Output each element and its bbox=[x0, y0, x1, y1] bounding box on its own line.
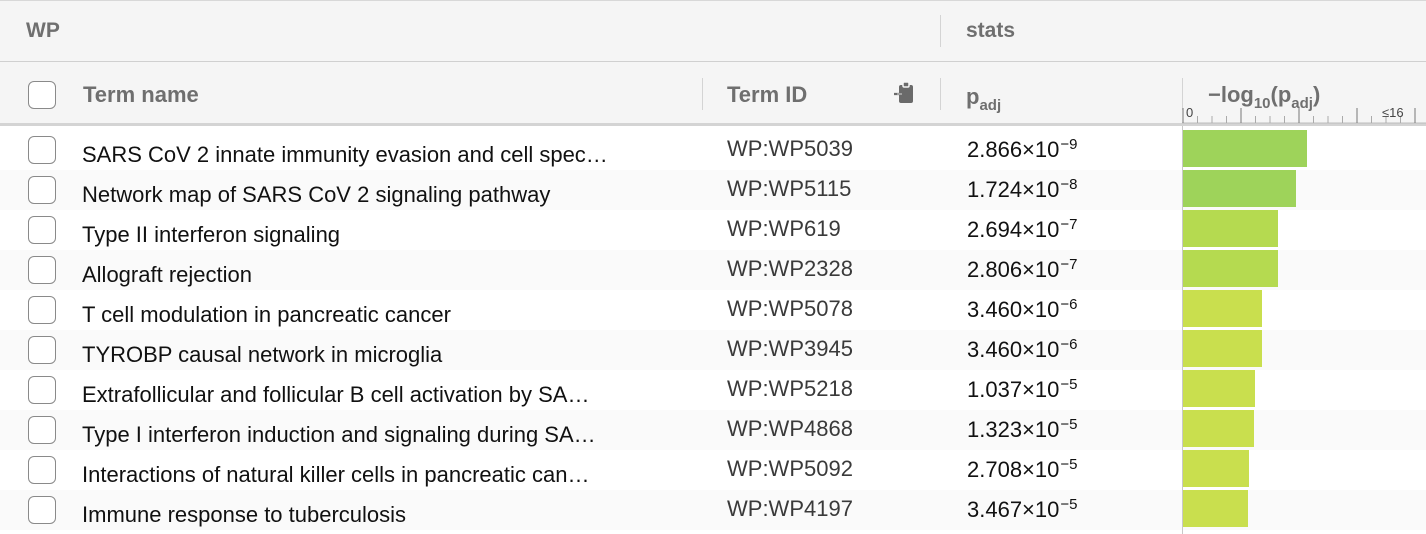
neglog-bar bbox=[1183, 330, 1262, 367]
table-row[interactable]: SARS CoV 2 innate immunity evasion and c… bbox=[0, 130, 1426, 170]
padj-cell: 3.460×10−6 bbox=[967, 296, 1077, 323]
group-header: WP stats bbox=[0, 0, 1426, 62]
padj-exponent: −8 bbox=[1060, 176, 1078, 193]
table-row[interactable]: Interactions of natural killer cells in … bbox=[0, 450, 1426, 490]
padj-mantissa: 1.323×10 bbox=[967, 417, 1060, 442]
padj-cell: 3.467×10−5 bbox=[967, 496, 1077, 523]
padj-exponent: −6 bbox=[1060, 296, 1078, 313]
padj-cell: 3.460×10−6 bbox=[967, 336, 1077, 363]
row-checkbox[interactable] bbox=[28, 376, 56, 404]
padj-mantissa: 2.866×10 bbox=[967, 137, 1060, 162]
padj-mantissa: 3.467×10 bbox=[967, 497, 1060, 522]
padj-mantissa: 3.460×10 bbox=[967, 337, 1060, 362]
row-checkbox[interactable] bbox=[28, 496, 56, 524]
row-checkbox[interactable] bbox=[28, 176, 56, 204]
term-id-cell[interactable]: WP:WP5115 bbox=[727, 176, 851, 202]
padj-mantissa: 2.694×10 bbox=[967, 217, 1060, 242]
padj-mantissa: 3.460×10 bbox=[967, 297, 1060, 322]
axis-min-label: 0 bbox=[1186, 105, 1194, 120]
term-id-cell[interactable]: WP:WP3945 bbox=[727, 336, 853, 362]
padj-mantissa: 2.708×10 bbox=[967, 457, 1060, 482]
padj-cell: 2.694×10−7 bbox=[967, 216, 1077, 243]
padj-exponent: −5 bbox=[1060, 496, 1078, 513]
row-checkbox[interactable] bbox=[28, 256, 56, 284]
padj-mantissa: 2.806×10 bbox=[967, 257, 1060, 282]
row-checkbox[interactable] bbox=[28, 136, 56, 164]
padj-cell: 2.806×10−7 bbox=[967, 256, 1077, 283]
row-checkbox[interactable] bbox=[28, 336, 56, 364]
padj-cell: 2.866×10−9 bbox=[967, 136, 1077, 163]
neglog-bar bbox=[1183, 250, 1278, 287]
term-id-cell[interactable]: WP:WP4868 bbox=[727, 416, 853, 442]
select-all-checkbox[interactable] bbox=[28, 81, 56, 109]
padj-header-sub: adj bbox=[979, 97, 1002, 114]
term-name-cell[interactable]: Network map of SARS CoV 2 signaling path… bbox=[82, 182, 677, 208]
padj-mantissa: 1.724×10 bbox=[967, 177, 1060, 202]
padj-exponent: −7 bbox=[1060, 256, 1078, 273]
term-name-cell[interactable]: T cell modulation in pancreatic cancer bbox=[82, 302, 677, 328]
padj-exponent: −5 bbox=[1060, 416, 1078, 433]
row-checkbox[interactable] bbox=[28, 296, 56, 324]
table-row[interactable]: Network map of SARS CoV 2 signaling path… bbox=[0, 170, 1426, 210]
copy-to-clipboard-icon[interactable] bbox=[893, 81, 919, 107]
term-id-cell[interactable]: WP:WP619 bbox=[727, 216, 841, 242]
column-divider bbox=[702, 78, 703, 110]
table-row[interactable]: T cell modulation in pancreatic cancer WP… bbox=[0, 290, 1426, 330]
term-name-cell[interactable]: Extrafollicular and follicular B cell ac… bbox=[82, 382, 677, 408]
term-id-cell[interactable]: WP:WP5039 bbox=[727, 136, 853, 162]
table-row[interactable]: TYROBP causal network in microglia WP:WP3… bbox=[0, 330, 1426, 370]
term-id-header[interactable]: Term ID bbox=[727, 82, 807, 108]
term-id-cell[interactable]: WP:WP5218 bbox=[727, 376, 853, 402]
neglog-bar bbox=[1183, 170, 1296, 207]
neglog-bar bbox=[1183, 210, 1278, 247]
neglog-bar bbox=[1183, 450, 1249, 487]
neglog-bar bbox=[1183, 410, 1254, 447]
padj-cell: 1.037×10−5 bbox=[967, 376, 1077, 403]
term-name-cell[interactable]: Interactions of natural killer cells in … bbox=[82, 462, 677, 488]
table-row[interactable]: Immune response to tuberculosis WP:WP4197… bbox=[0, 490, 1426, 530]
table-row[interactable]: Type I interferon induction and signalin… bbox=[0, 410, 1426, 450]
term-name-cell[interactable]: TYROBP causal network in microglia bbox=[82, 342, 677, 368]
term-name-cell[interactable]: Type I interferon induction and signalin… bbox=[82, 422, 677, 448]
padj-cell: 1.323×10−5 bbox=[967, 416, 1077, 443]
padj-exponent: −6 bbox=[1060, 336, 1078, 353]
table-row[interactable]: Type II interferon signaling WP:WP619 2.69… bbox=[0, 210, 1426, 250]
term-id-cell[interactable]: WP:WP4197 bbox=[727, 496, 853, 522]
term-name-cell[interactable]: SARS CoV 2 innate immunity evasion and c… bbox=[82, 142, 677, 168]
neglog-bar bbox=[1183, 370, 1255, 407]
column-divider bbox=[940, 78, 941, 110]
padj-exponent: −9 bbox=[1060, 136, 1078, 153]
term-name-cell[interactable]: Immune response to tuberculosis bbox=[82, 502, 677, 528]
row-checkbox[interactable] bbox=[28, 456, 56, 484]
padj-exponent: −5 bbox=[1060, 456, 1078, 473]
table-row[interactable]: Allograft rejection WP:WP2328 2.806×10−7 bbox=[0, 250, 1426, 290]
neglog-bar bbox=[1183, 290, 1262, 327]
padj-mantissa: 1.037×10 bbox=[967, 377, 1060, 402]
row-checkbox[interactable] bbox=[28, 216, 56, 244]
neglog-bar bbox=[1183, 130, 1307, 167]
padj-exponent: −5 bbox=[1060, 376, 1078, 393]
axis-max-label: ≤16 bbox=[1382, 105, 1404, 120]
group-divider bbox=[940, 15, 941, 47]
table-row[interactable]: Extrafollicular and follicular B cell ac… bbox=[0, 370, 1426, 410]
term-name-cell[interactable]: Allograft rejection bbox=[82, 262, 677, 288]
term-name-header[interactable]: Term name bbox=[83, 82, 199, 108]
padj-exponent: −7 bbox=[1060, 216, 1078, 233]
neglog-bar bbox=[1183, 490, 1248, 527]
padj-header-base: p bbox=[966, 84, 980, 109]
term-name-cell[interactable]: Type II interferon signaling bbox=[82, 222, 677, 248]
stats-group-label: stats bbox=[966, 19, 1016, 42]
column-header: Term name Term ID padj −log10(padj) 0 ≤1… bbox=[0, 62, 1426, 126]
padj-cell: 1.724×10−8 bbox=[967, 176, 1077, 203]
term-id-cell[interactable]: WP:WP5078 bbox=[727, 296, 853, 322]
padj-cell: 2.708×10−5 bbox=[967, 456, 1077, 483]
padj-header[interactable]: padj bbox=[966, 84, 1001, 114]
row-checkbox[interactable] bbox=[28, 416, 56, 444]
bar-baseline bbox=[1182, 126, 1183, 534]
term-id-cell[interactable]: WP:WP2328 bbox=[727, 256, 853, 282]
source-group-label: WP bbox=[26, 19, 60, 42]
term-id-cell[interactable]: WP:WP5092 bbox=[727, 456, 853, 482]
